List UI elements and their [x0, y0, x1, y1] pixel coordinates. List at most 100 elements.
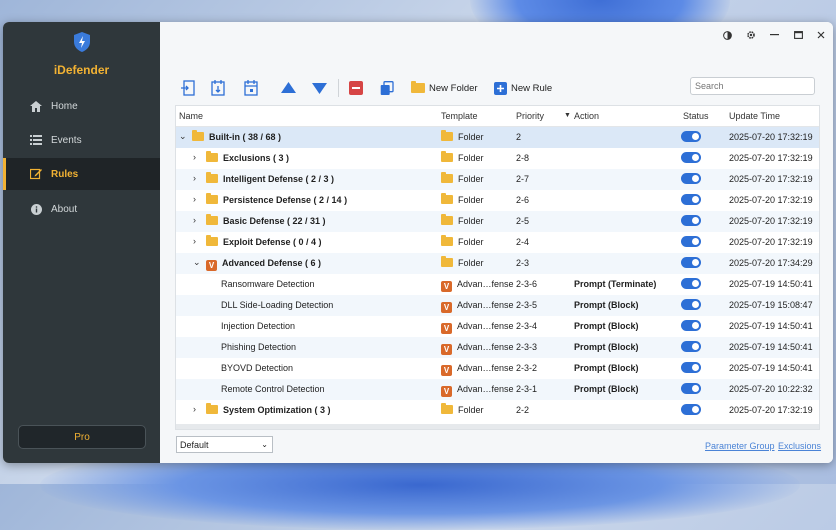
column-header-template[interactable]: Template [441, 111, 478, 121]
new-rule-button[interactable]: New Rule [494, 80, 552, 96]
row-template: V Advan…fense [441, 300, 514, 313]
row-action: Prompt (Terminate) [574, 279, 657, 289]
table-row[interactable]: Injection Detection V Advan…fense 2-3-4 P… [176, 316, 819, 337]
row-priority: 2 [516, 132, 522, 142]
sidebar-item-home[interactable]: Home [3, 90, 160, 122]
row-priority: 2-3 [516, 258, 530, 268]
chevron-right-icon[interactable]: › [193, 215, 201, 225]
table-row[interactable]: ⌄ V Advanced Defense ( 6 ) Folder 2-3 202… [176, 253, 819, 274]
minimize-icon[interactable] [767, 28, 781, 42]
row-update-time: 2025-07-20 17:32:19 [729, 216, 813, 226]
status-toggle[interactable] [681, 383, 701, 394]
table-row[interactable]: › Exploit Defense ( 0 / 4 ) Folder 2-4 2… [176, 232, 819, 253]
row-priority: 2-7 [516, 174, 530, 184]
row-template: Folder [441, 403, 484, 415]
close-icon[interactable] [814, 28, 828, 42]
column-header-status[interactable]: Status [683, 111, 709, 121]
status-toggle[interactable] [681, 320, 701, 331]
copy-icon[interactable] [380, 80, 394, 96]
parameter-group-link[interactable]: Parameter Group [705, 441, 775, 451]
folder-icon [206, 235, 218, 246]
advanced-defense-icon: V [441, 365, 452, 376]
chevron-down-icon[interactable]: ⌄ [179, 131, 187, 141]
home-icon [30, 100, 42, 112]
chevron-right-icon[interactable]: › [193, 236, 201, 246]
maximize-icon[interactable] [791, 28, 805, 42]
exclusions-link[interactable]: Exclusions [778, 441, 821, 451]
sidebar: iDefender Home Events Rules About Pro [3, 22, 163, 463]
table-row[interactable]: Phishing Detection V Advan…fense 2-3-3 Pr… [176, 337, 819, 358]
horizontal-scrollbar[interactable] [176, 424, 819, 429]
search-input[interactable] [690, 77, 815, 95]
column-header-update-time[interactable]: Update Time [729, 111, 780, 121]
folder-icon [206, 172, 218, 183]
status-toggle[interactable] [681, 404, 701, 415]
import-icon[interactable] [181, 80, 195, 96]
export-icon[interactable] [211, 80, 225, 96]
chevron-right-icon[interactable]: › [193, 152, 201, 162]
status-toggle[interactable] [681, 278, 701, 289]
sidebar-item-events[interactable]: Events [3, 124, 160, 156]
table-row[interactable]: DLL Side-Loading Detection V Advan…fense … [176, 295, 819, 316]
row-template: V Advan…fense [441, 279, 514, 292]
advanced-defense-icon: V [441, 323, 452, 334]
row-name: Intelligent Defense ( 2 / 3 ) [206, 172, 334, 184]
chevron-right-icon[interactable]: › [193, 194, 201, 204]
status-toggle[interactable] [681, 131, 701, 142]
profile-select[interactable]: Default ⌄ [176, 436, 273, 453]
status-toggle[interactable] [681, 341, 701, 352]
sidebar-item-about[interactable]: About [3, 193, 160, 225]
chevron-down-icon[interactable]: ⌄ [193, 257, 201, 267]
row-update-time: 2025-07-19 15:08:47 [729, 300, 813, 310]
status-toggle[interactable] [681, 236, 701, 247]
status-toggle[interactable] [681, 257, 701, 268]
sidebar-item-rules[interactable]: Rules [3, 158, 163, 190]
row-priority: 2-3-4 [516, 321, 538, 331]
table-row[interactable]: › System Optimization ( 3 ) Folder 2-2 2… [176, 400, 819, 421]
row-priority: 2-4 [516, 237, 530, 247]
calendar-icon[interactable] [244, 80, 258, 96]
new-folder-button[interactable]: New Folder [411, 80, 478, 96]
theme-toggle-icon[interactable] [720, 28, 734, 42]
column-header-name[interactable]: Name [179, 111, 203, 121]
chevron-down-icon: ⌄ [261, 440, 268, 449]
folder-icon [206, 403, 218, 414]
table-row[interactable]: › Intelligent Defense ( 2 / 3 ) Folder 2… [176, 169, 819, 190]
table-row[interactable]: › Basic Defense ( 22 / 31 ) Folder 2-5 2… [176, 211, 819, 232]
status-toggle[interactable] [681, 173, 701, 184]
column-header-action[interactable]: Action [574, 111, 599, 121]
row-template: Folder [441, 193, 484, 205]
sidebar-item-label: Rules [51, 168, 79, 180]
settings-gear-icon[interactable] [744, 28, 758, 42]
row-priority: 2-3-5 [516, 300, 538, 310]
row-template: V Advan…fense [441, 342, 514, 355]
table-row[interactable]: Ransomware Detection V Advan…fense 2-3-6 … [176, 274, 819, 295]
table-row[interactable]: › Exclusions ( 3 ) Folder 2-8 2025-07-20… [176, 148, 819, 169]
folder-icon [206, 214, 218, 225]
folder-icon [411, 81, 425, 93]
row-name: BYOVD Detection [221, 363, 294, 373]
folder-icon [441, 214, 453, 225]
advanced-defense-icon: V [441, 386, 452, 397]
delete-icon[interactable] [349, 80, 363, 96]
status-toggle[interactable] [681, 362, 701, 373]
column-header-priority[interactable]: Priority [516, 111, 544, 121]
table-row[interactable]: › Persistence Defense ( 2 / 14 ) Folder … [176, 190, 819, 211]
status-toggle[interactable] [681, 194, 701, 205]
row-action: Prompt (Block) [574, 321, 639, 331]
advanced-defense-icon: V [206, 260, 217, 271]
move-down-icon[interactable] [312, 80, 327, 96]
table-row[interactable]: ⌄ Built-in ( 38 / 68 ) Folder 2 2025-07-… [176, 127, 819, 148]
table-row[interactable]: Remote Control Detection V Advan…fense 2-… [176, 379, 819, 400]
chevron-right-icon[interactable]: › [193, 173, 201, 183]
status-toggle[interactable] [681, 152, 701, 163]
status-toggle[interactable] [681, 215, 701, 226]
row-update-time: 2025-07-20 17:34:29 [729, 258, 813, 268]
pro-button[interactable]: Pro [18, 425, 146, 449]
table-row[interactable]: BYOVD Detection V Advan…fense 2-3-2 Promp… [176, 358, 819, 379]
chevron-right-icon[interactable]: › [193, 404, 201, 414]
status-toggle[interactable] [681, 299, 701, 310]
row-update-time: 2025-07-20 10:22:32 [729, 384, 813, 394]
move-up-icon[interactable] [281, 80, 296, 96]
rules-table: Name Template Priority ▼ Action Status U… [175, 105, 820, 430]
